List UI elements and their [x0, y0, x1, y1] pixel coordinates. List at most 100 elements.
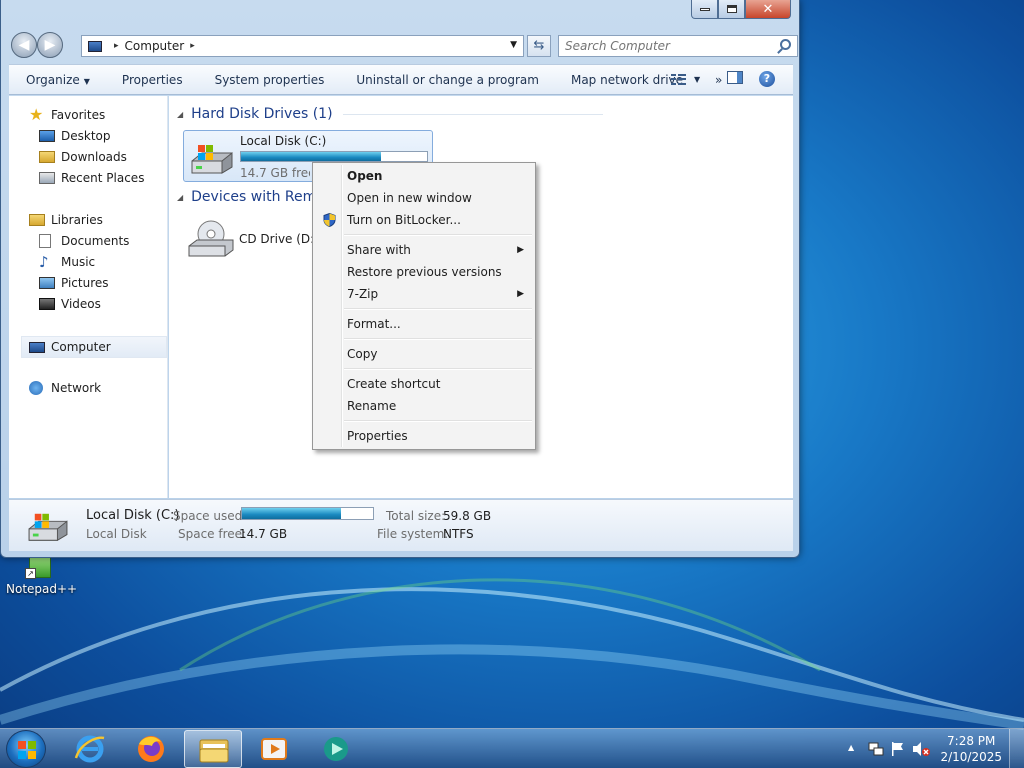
nav-item-recent-places[interactable]: Recent Places: [39, 168, 144, 188]
menu-separator: [344, 234, 532, 236]
close-button[interactable]: ✕: [745, 0, 791, 19]
chevron-down-icon: ▼: [83, 76, 90, 86]
group-title: Hard Disk Drives (1): [191, 106, 333, 122]
help-button[interactable]: ?: [759, 70, 779, 89]
forward-button[interactable]: ▶: [37, 32, 63, 58]
menu-label: 7-Zip: [347, 287, 379, 301]
address-dropdown-icon[interactable]: ▼: [510, 40, 517, 50]
nav-item-libraries[interactable]: Libraries: [29, 210, 103, 230]
computer-icon: [88, 40, 102, 52]
preview-pane-button[interactable]: [727, 70, 747, 89]
notepadpp-icon: ↗: [25, 556, 57, 580]
teal-app-icon: [324, 737, 348, 761]
forward-arrow-icon: ▶: [44, 37, 56, 53]
computer-icon: [29, 341, 45, 353]
help-icon: ?: [759, 70, 775, 87]
folder-icon: [199, 739, 229, 763]
details-usage-fill: [242, 508, 341, 519]
nav-label: Favorites: [51, 108, 106, 122]
nav-label: Computer: [51, 340, 111, 354]
maximize-button[interactable]: [718, 0, 745, 19]
menu-item-rename[interactable]: Rename: [316, 395, 532, 417]
properties-button[interactable]: Properties: [105, 73, 198, 87]
command-bar: Organize ▼ Properties System properties U…: [9, 64, 793, 95]
search-icon[interactable]: [780, 39, 791, 50]
speaker-muted-icon[interactable]: [912, 741, 930, 757]
nav-item-documents[interactable]: Documents: [39, 231, 129, 251]
breadcrumb-computer[interactable]: Computer: [125, 39, 185, 53]
minimize-button[interactable]: [691, 0, 718, 19]
taskbar: ▲ 7:28 PM 2/10/2025: [0, 728, 1024, 768]
nav-label: Recent Places: [61, 171, 145, 185]
menu-item-create-shortcut[interactable]: Create shortcut: [316, 373, 532, 395]
taskbar-media-player[interactable]: [245, 730, 303, 768]
system-tray: ▲ 7:28 PM 2/10/2025: [834, 729, 1024, 768]
menu-item-format[interactable]: Format...: [316, 313, 532, 335]
nav-item-videos[interactable]: Videos: [39, 294, 101, 314]
change-view-button[interactable]: ▼: [671, 71, 707, 89]
show-desktop-button[interactable]: [1009, 729, 1024, 768]
clock-date: 2/10/2025: [940, 750, 1002, 764]
taskbar-internet-explorer[interactable]: [61, 730, 119, 768]
navigation-pane: ★ Favorites Desktop Downloads Recent Pla…: [9, 96, 168, 498]
menu-item-open[interactable]: Open: [316, 165, 532, 187]
menu-item-open-new-window[interactable]: Open in new window: [316, 187, 532, 209]
drive-c-free-text: 14.7 GB free of 59.8 GB: [240, 166, 310, 180]
taskbar-windows-explorer[interactable]: [184, 730, 242, 768]
nav-item-music[interactable]: ♪ Music: [39, 252, 95, 272]
nav-item-pictures[interactable]: Pictures: [39, 273, 109, 293]
space-used-label: Space used:: [173, 509, 247, 523]
nav-item-downloads[interactable]: Downloads: [39, 147, 127, 167]
menu-separator: [344, 338, 532, 340]
taskbar-app-teal[interactable]: [307, 730, 365, 768]
details-drive-type: Local Disk: [86, 527, 147, 541]
navigation-row: ◀ ▶ ▸ Computer ▸ ▼ ⇆: [9, 32, 798, 58]
show-hidden-icons-button[interactable]: ▲: [848, 743, 854, 752]
group-header-hard-disk[interactable]: ◢ Hard Disk Drives (1): [177, 106, 603, 122]
uninstall-program-button[interactable]: Uninstall or change a program: [339, 73, 554, 87]
cd-drive-item[interactable]: CD Drive (D:): [183, 214, 323, 264]
action-center-flag-icon[interactable]: [890, 741, 906, 757]
organize-label: Organize: [26, 72, 80, 87]
nav-item-computer[interactable]: Computer: [29, 337, 111, 357]
menu-item-restore-previous[interactable]: Restore previous versions: [316, 261, 532, 283]
menu-item-7zip[interactable]: 7-Zip ▶: [316, 283, 532, 305]
system-properties-button[interactable]: System properties: [198, 73, 340, 87]
nav-item-desktop[interactable]: Desktop: [39, 126, 111, 146]
preview-pane-icon: [727, 70, 743, 84]
back-button[interactable]: ◀: [11, 32, 37, 58]
toolbar-right: ▼ ?: [665, 65, 793, 94]
menu-item-share-with[interactable]: Share with ▶: [316, 239, 532, 261]
address-bar[interactable]: ▸ Computer ▸ ▼: [81, 35, 524, 57]
nav-label: Downloads: [61, 150, 127, 164]
back-arrow-icon: ◀: [18, 37, 30, 53]
hard-drive-icon: [28, 513, 68, 542]
desktop-icon-notepadpp[interactable]: ↗ Notepad++: [6, 556, 77, 596]
menu-item-properties[interactable]: Properties: [316, 425, 532, 447]
start-button[interactable]: [6, 730, 46, 768]
taskbar-clock[interactable]: 7:28 PM 2/10/2025: [940, 733, 1002, 765]
menu-item-copy[interactable]: Copy: [316, 343, 532, 365]
menu-label: Turn on BitLocker...: [347, 213, 461, 227]
caption-buttons: ✕: [691, 0, 791, 19]
nav-item-network[interactable]: Network: [29, 378, 101, 398]
taskbar-firefox[interactable]: [122, 730, 180, 768]
drive-c-name: Local Disk (C:): [240, 134, 327, 148]
nav-item-favorites[interactable]: ★ Favorites: [29, 105, 105, 125]
internet-explorer-icon: [74, 735, 105, 763]
desktop-icon: [39, 130, 55, 142]
menu-label: Share with: [347, 243, 411, 257]
nav-label: Pictures: [61, 276, 109, 290]
menu-item-bitlocker[interactable]: Turn on BitLocker...: [316, 209, 532, 231]
breadcrumb-separator[interactable]: ▸: [114, 41, 119, 51]
menu-separator: [344, 420, 532, 422]
network-icon[interactable]: [868, 741, 884, 757]
collapse-triangle-icon[interactable]: ◢: [177, 110, 183, 119]
breadcrumb-separator[interactable]: ▸: [190, 41, 195, 51]
libraries-icon: [29, 214, 45, 226]
refresh-button[interactable]: ⇆: [527, 35, 551, 57]
organize-button[interactable]: Organize ▼: [9, 73, 105, 87]
collapse-triangle-icon[interactable]: ◢: [177, 193, 183, 202]
windows-logo-icon: [18, 741, 36, 759]
search-input[interactable]: [565, 39, 770, 53]
